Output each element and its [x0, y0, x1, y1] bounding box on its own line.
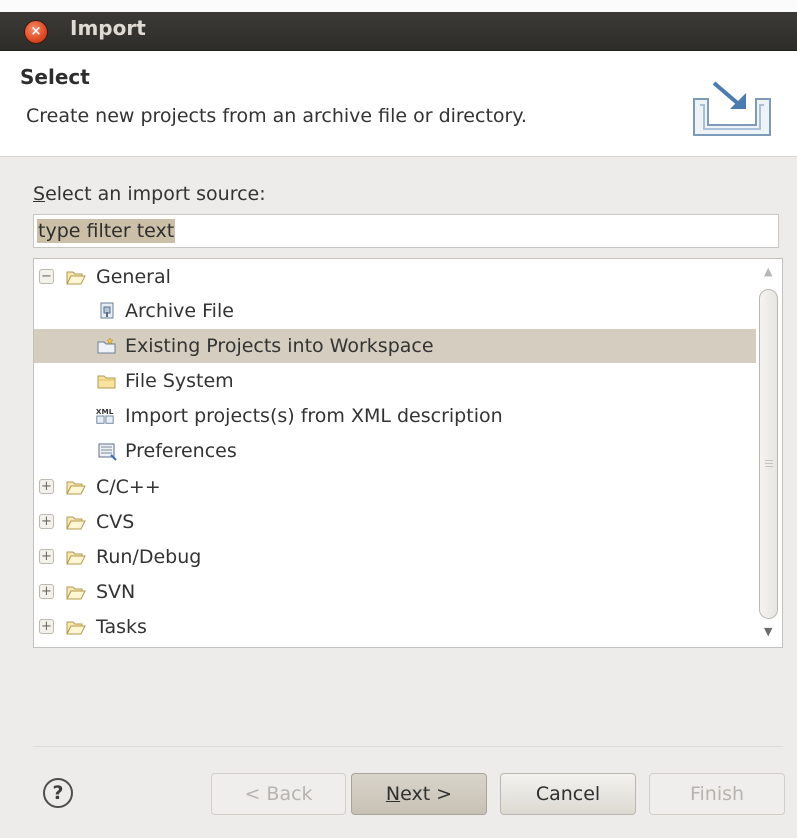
wizard-header: Select Create new projects from an archi… — [0, 51, 797, 157]
cancel-button[interactable]: Cancel — [500, 773, 636, 815]
finish-button[interactable]: Finish — [649, 773, 785, 815]
tree-item-label: File System — [125, 370, 234, 392]
expand-icon[interactable]: + — [39, 479, 54, 494]
expand-icon[interactable]: + — [39, 549, 54, 564]
collapse-icon[interactable]: − — [39, 269, 54, 284]
import-wizard-icon — [693, 81, 771, 136]
expand-icon[interactable]: + — [39, 619, 54, 634]
next-button-label: ext > — [400, 783, 453, 805]
archive-file-icon — [100, 302, 114, 319]
tree-item-archive-file[interactable]: Archive File — [34, 294, 756, 328]
tree-item-label: C/C++ — [96, 476, 161, 498]
tree-item-label: Import projects(s) from XML description — [125, 405, 503, 427]
tree-item-label: Existing Projects into Workspace — [125, 335, 434, 357]
import-source-label: Select an import source: — [33, 183, 266, 205]
import-source-tree[interactable]: − General Archive File Existing Projects… — [33, 258, 783, 648]
tree-item-label: Archive File — [125, 300, 234, 322]
close-window-button[interactable]: × — [24, 20, 48, 44]
tree-item-svn[interactable]: + SVN — [34, 575, 756, 609]
tree-item-cvs[interactable]: + CVS — [34, 505, 756, 539]
tree-item-general[interactable]: − General — [34, 260, 756, 294]
top-edge — [0, 0, 797, 12]
page-description: Create new projects from an archive file… — [26, 105, 527, 127]
scroll-down-arrow-icon[interactable]: ▼ — [764, 625, 772, 638]
mnemonic-n: N — [385, 783, 401, 805]
open-folder-icon — [66, 586, 86, 600]
xml-icon: XML — [96, 407, 114, 424]
page-title: Select — [20, 65, 90, 89]
open-folder-icon — [66, 481, 86, 495]
expand-icon[interactable]: + — [39, 514, 54, 529]
tree-item-existing-projects[interactable]: Existing Projects into Workspace — [34, 329, 756, 363]
grip-icon — [765, 460, 773, 461]
tree-item-import-xml[interactable]: XML Import projects(s) from XML descript… — [34, 399, 756, 433]
open-folder-icon — [66, 271, 86, 285]
expand-icon[interactable]: + — [39, 584, 54, 599]
filter-input[interactable]: type filter text — [33, 214, 779, 248]
import-source-label-text: elect an import source: — [45, 183, 266, 205]
back-button[interactable]: < Back — [211, 773, 346, 815]
folder-icon — [97, 375, 116, 389]
svg-text:XML: XML — [96, 407, 114, 416]
window-title: Import — [70, 16, 146, 40]
mnemonic-s: S — [33, 183, 46, 205]
project-folder-icon — [97, 337, 116, 354]
tree-item-label: General — [96, 266, 171, 288]
button-bar-separator — [33, 746, 783, 747]
open-folder-icon — [66, 551, 86, 565]
tree-scrollbar[interactable]: ▲ ▼ — [756, 259, 782, 647]
tree-item-preferences[interactable]: Preferences — [34, 434, 756, 468]
tree-item-tasks[interactable]: + Tasks — [34, 610, 756, 644]
close-icon: × — [30, 24, 42, 39]
preferences-icon — [98, 443, 117, 461]
title-bar: × Import — [0, 0, 797, 51]
tree-item-file-system[interactable]: File System — [34, 364, 756, 398]
tree-item-run-debug[interactable]: + Run/Debug — [34, 540, 756, 574]
scroll-up-arrow-icon[interactable]: ▲ — [764, 265, 772, 278]
next-button[interactable]: Next > — [351, 773, 487, 815]
tree-item-label: Tasks — [96, 616, 147, 638]
filter-input-value: type filter text — [37, 219, 176, 243]
tree-item-label: SVN — [96, 581, 136, 603]
tree-item-label: Run/Debug — [96, 546, 202, 568]
scrollbar-thumb[interactable] — [759, 289, 778, 619]
tree-item-label: CVS — [96, 511, 135, 533]
tree-item-cpp[interactable]: + C/C++ — [34, 470, 756, 504]
open-folder-icon — [66, 621, 86, 635]
open-folder-icon — [66, 516, 86, 530]
help-button[interactable]: ? — [43, 778, 73, 808]
tree-item-label: Preferences — [125, 440, 237, 462]
